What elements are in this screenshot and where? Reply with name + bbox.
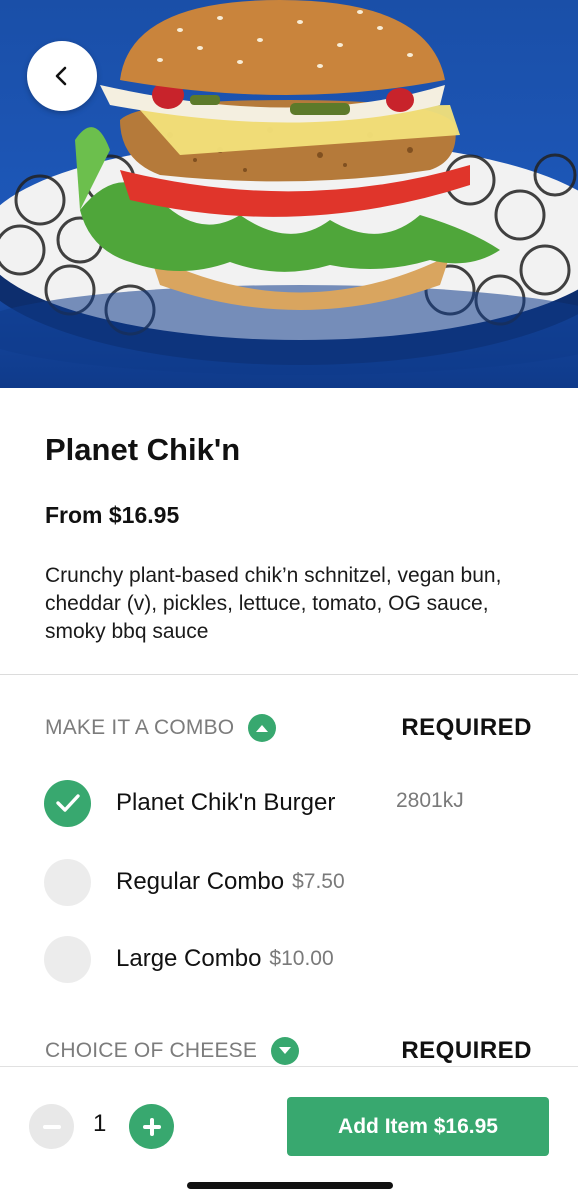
- radio-unselected[interactable]: [44, 858, 91, 906]
- option-energy: 2801kJ: [396, 789, 464, 812]
- minus-icon: [42, 1124, 61, 1129]
- add-item-button[interactable]: Add Item $16.95: [287, 1097, 549, 1156]
- section-divider: [0, 674, 578, 675]
- combo-section-label: MAKE IT A COMBO: [45, 716, 235, 739]
- option-large-combo[interactable]: Large Combo $10.00: [44, 935, 334, 983]
- plus-icon: [142, 1117, 161, 1136]
- option-price: $10.00: [269, 947, 334, 970]
- increase-quantity-button[interactable]: [129, 1104, 174, 1149]
- caret-down-icon: [279, 1047, 292, 1054]
- checkmark-icon[interactable]: [44, 779, 91, 827]
- cheese-section-header[interactable]: CHOICE OF CHEESE: [45, 1034, 300, 1068]
- cheese-section-label: CHOICE OF CHEESE: [45, 1039, 258, 1062]
- option-label: Planet Chik'n Burger: [116, 789, 336, 816]
- option-regular-combo[interactable]: Regular Combo $7.50: [44, 858, 345, 906]
- radio-unselected[interactable]: [44, 935, 91, 983]
- collapse-toggle-icon[interactable]: [248, 714, 277, 742]
- cheese-required-badge: REQUIRED: [401, 1037, 532, 1064]
- option-planet-chikn-burger[interactable]: Planet Chik'n Burger: [44, 779, 335, 827]
- product-title: Planet Chik'n: [45, 432, 241, 467]
- caret-up-icon: [256, 725, 269, 732]
- expand-toggle-icon[interactable]: [271, 1037, 300, 1065]
- chevron-left-icon: [55, 66, 67, 86]
- quantity-value: 1: [93, 1110, 107, 1137]
- option-label: Regular Combo: [116, 868, 285, 895]
- product-description: Crunchy plant-based chik’n schnitzel, ve…: [45, 564, 502, 643]
- option-label: Large Combo: [116, 945, 262, 972]
- decrease-quantity-button[interactable]: [29, 1104, 74, 1149]
- back-button[interactable]: [27, 41, 97, 111]
- combo-required-badge: REQUIRED: [401, 714, 532, 741]
- product-price: From $16.95: [45, 502, 180, 528]
- option-price: $7.50: [292, 870, 345, 893]
- combo-section-header[interactable]: MAKE IT A COMBO: [45, 711, 277, 745]
- home-indicator: [187, 1182, 393, 1189]
